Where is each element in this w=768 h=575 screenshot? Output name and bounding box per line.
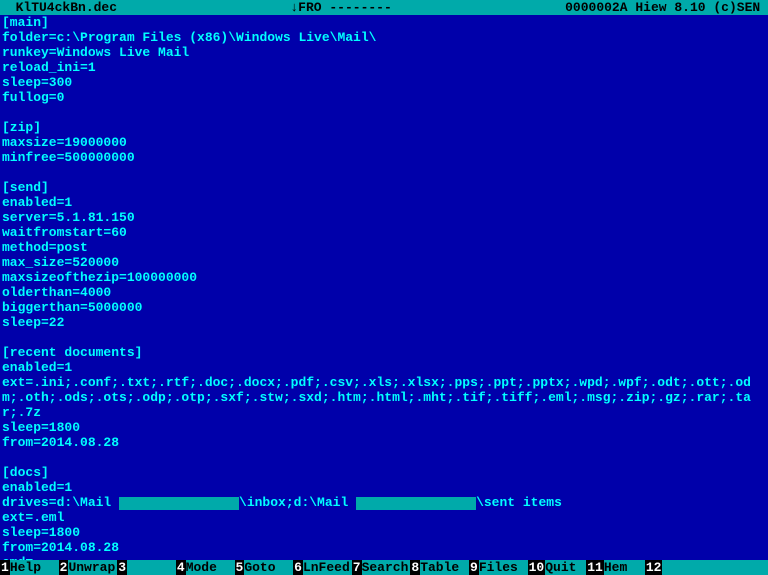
fkey-label: Files [479, 560, 528, 575]
content-line: r;.7z [2, 405, 766, 420]
function-key-bar: 1Help 2Unwrap3 4Mode 5Goto 6LnFeed7Searc… [0, 560, 768, 575]
section-header: [recent documents] [2, 345, 766, 360]
fkey-3[interactable]: 3 [117, 560, 176, 575]
section-header: [main] [2, 15, 766, 30]
content-line: enabled=1 [2, 195, 766, 210]
content-line: minfree=500000000 [2, 150, 766, 165]
content-line: method=post [2, 240, 766, 255]
fkey-label: Unwrap [68, 560, 117, 575]
offset-and-app: 0000002A Hiew 8.10 (c)SEN [565, 0, 768, 15]
fkey-11[interactable]: 11Hem [586, 560, 645, 575]
blank-line [2, 330, 766, 345]
fkey-label [662, 560, 703, 575]
fkey-label: Table [420, 560, 469, 575]
fkey-4[interactable]: 4Mode [176, 560, 235, 575]
fkey-5[interactable]: 5Goto [235, 560, 294, 575]
fkey-number: 12 [645, 560, 663, 575]
fkey-number: 7 [352, 560, 362, 575]
fkey-label: Quit [545, 560, 586, 575]
content-line: sleep=1800 [2, 525, 766, 540]
fkey-label [127, 560, 176, 575]
content-line: runkey=Windows Live Mail [2, 45, 766, 60]
content-line: max_size=520000 [2, 255, 766, 270]
hex-viewer-content: [main]folder=c:\Program Files (x86)\Wind… [0, 15, 768, 560]
content-line: biggerthan=5000000 [2, 300, 766, 315]
drives-line: drives=d:\Mail \inbox;d:\Mail \sent item… [2, 495, 766, 510]
content-line: server=5.1.81.150 [2, 210, 766, 225]
fkey-6[interactable]: 6LnFeed [293, 560, 352, 575]
fkey-number: 8 [410, 560, 420, 575]
fkey-number: 3 [117, 560, 127, 575]
content-line: folder=c:\Program Files (x86)\Windows Li… [2, 30, 766, 45]
title-bar: KlTU4ckBn.dec ↓FRO -------- 0000002A Hie… [0, 0, 768, 15]
content-line: olderthan=4000 [2, 285, 766, 300]
content-line: sleep=300 [2, 75, 766, 90]
fkey-10[interactable]: 10Quit [528, 560, 587, 575]
fkey-number: 5 [235, 560, 245, 575]
fkey-label: Mode [186, 560, 235, 575]
content-line: from=2014.08.28 [2, 540, 766, 555]
fkey-label: LnFeed [303, 560, 352, 575]
content-line: from=2014.08.28 [2, 435, 766, 450]
content-line: sleep=22 [2, 315, 766, 330]
fkey-1[interactable]: 1Help [0, 560, 59, 575]
filename: KlTU4ckBn.dec [0, 0, 117, 15]
fkey-label: Help [10, 560, 59, 575]
content-line: ext=.eml [2, 510, 766, 525]
fkey-9[interactable]: 9Files [469, 560, 528, 575]
content-line: enabled=1 [2, 360, 766, 375]
content-line: ext=.ini;.conf;.txt;.rtf;.doc;.docx;.pdf… [2, 375, 766, 390]
blank-line [2, 450, 766, 465]
fkey-number: 6 [293, 560, 303, 575]
section-header: [docs] [2, 465, 766, 480]
redacted-block [119, 497, 239, 510]
fkey-2[interactable]: 2Unwrap [59, 560, 118, 575]
section-header: [zip] [2, 120, 766, 135]
content-line: sleep=1800 [2, 420, 766, 435]
blank-line [2, 165, 766, 180]
fkey-number: 2 [59, 560, 69, 575]
fkey-7[interactable]: 7Search [352, 560, 411, 575]
fkey-number: 4 [176, 560, 186, 575]
content-line: maxsizeofthezip=100000000 [2, 270, 766, 285]
mode-indicator: ↓FRO -------- [117, 0, 565, 15]
content-line: fullog=0 [2, 90, 766, 105]
section-header: [send] [2, 180, 766, 195]
content-line: m;.oth;.ods;.ots;.odp;.otp;.sxf;.stw;.sx… [2, 390, 766, 405]
content-line: reload_ini=1 [2, 60, 766, 75]
content-line: enabled=1 [2, 480, 766, 495]
fkey-number: 9 [469, 560, 479, 575]
content-line: waitfromstart=60 [2, 225, 766, 240]
fkey-8[interactable]: 8Table [410, 560, 469, 575]
content-line: maxsize=19000000 [2, 135, 766, 150]
fkey-label: Hem [604, 560, 645, 575]
redacted-block [356, 497, 476, 510]
blank-line [2, 105, 766, 120]
fkey-label: Goto [244, 560, 293, 575]
fkey-number: 11 [586, 560, 604, 575]
fkey-number: 10 [528, 560, 546, 575]
fkey-12[interactable]: 12 [645, 560, 704, 575]
fkey-label: Search [362, 560, 411, 575]
fkey-number: 1 [0, 560, 10, 575]
